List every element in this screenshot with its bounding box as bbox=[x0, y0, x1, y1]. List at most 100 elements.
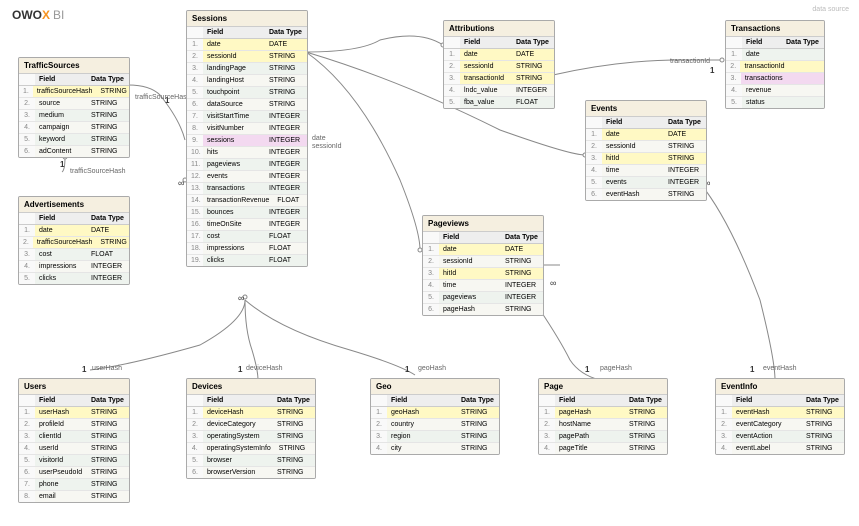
table-row[interactable]: 5.clicksINTEGER bbox=[19, 273, 129, 284]
table-attributions[interactable]: AttributionsFieldData Type1.dateDATE2.se… bbox=[443, 20, 555, 109]
table-row[interactable]: 3.transactions bbox=[726, 73, 824, 85]
table-row[interactable]: 8.visitNumberINTEGER bbox=[187, 123, 307, 135]
table-row[interactable]: 2.countrySTRING bbox=[371, 419, 499, 431]
table-row[interactable]: 4.operatingSystemInfoSTRING bbox=[187, 443, 315, 455]
table-row[interactable]: 4.timeINTEGER bbox=[423, 280, 543, 292]
table-devices[interactable]: DevicesFieldData Type1.deviceHashSTRING2… bbox=[186, 378, 316, 479]
table-row[interactable]: 4.pageTitleSTRING bbox=[539, 443, 667, 454]
table-row[interactable]: 4.eventLabelSTRING bbox=[716, 443, 844, 454]
table-row[interactable]: 1.dateDATE bbox=[423, 244, 543, 256]
table-row[interactable]: 10.hitsINTEGER bbox=[187, 147, 307, 159]
rel-label: transactionId bbox=[670, 58, 710, 65]
table-row[interactable]: 19.clicksFLOAT bbox=[187, 255, 307, 266]
table-row[interactable]: 6.pageHashSTRING bbox=[423, 304, 543, 315]
table-row[interactable]: 3.operatingSystemSTRING bbox=[187, 431, 315, 443]
table-header: FieldData Type bbox=[187, 27, 307, 39]
table-header: FieldData Type bbox=[19, 213, 129, 225]
table-row[interactable]: 4.userIdSTRING bbox=[19, 443, 129, 455]
table-geo[interactable]: GeoFieldData Type1.geoHashSTRING2.countr… bbox=[370, 378, 500, 455]
table-row[interactable]: 5.pageviewsINTEGER bbox=[423, 292, 543, 304]
table-pageviews[interactable]: PageviewsFieldData Type1.dateDATE2.sessi… bbox=[422, 215, 544, 316]
table-row[interactable]: 7.phoneSTRING bbox=[19, 479, 129, 491]
table-row[interactable]: 3.regionSTRING bbox=[371, 431, 499, 443]
table-row[interactable]: 5.fba_valueFLOAT bbox=[444, 97, 554, 108]
table-row[interactable]: 1.geoHashSTRING bbox=[371, 407, 499, 419]
table-row[interactable]: 3.hitIdSTRING bbox=[423, 268, 543, 280]
table-row[interactable]: 7.visitStartTimeINTEGER bbox=[187, 111, 307, 123]
table-row[interactable]: 2.profileIdSTRING bbox=[19, 419, 129, 431]
table-sessions[interactable]: SessionsFieldData Type1.dateDATE2.sessio… bbox=[186, 10, 308, 267]
table-users[interactable]: UsersFieldData Type1.userHashSTRING2.pro… bbox=[18, 378, 130, 503]
table-header: FieldData Type bbox=[423, 232, 543, 244]
rel-label: pageHash bbox=[600, 365, 632, 372]
table-row[interactable]: 3.mediumSTRING bbox=[19, 110, 129, 122]
table-row[interactable]: 1.userHashSTRING bbox=[19, 407, 129, 419]
card-inf: ∞ bbox=[178, 178, 184, 188]
table-row[interactable]: 4.lndc_valueINTEGER bbox=[444, 85, 554, 97]
table-row[interactable]: 2.sessionIdSTRING bbox=[444, 61, 554, 73]
table-row[interactable]: 3.costFLOAT bbox=[19, 249, 129, 261]
table-row[interactable]: 3.hitIdSTRING bbox=[586, 153, 706, 165]
table-row[interactable]: 18.impressionsFLOAT bbox=[187, 243, 307, 255]
table-row[interactable]: 1.deviceHashSTRING bbox=[187, 407, 315, 419]
table-row[interactable]: 4.landingHostSTRING bbox=[187, 75, 307, 87]
table-row[interactable]: 6.userPseudoIdSTRING bbox=[19, 467, 129, 479]
table-row[interactable]: 4.timeINTEGER bbox=[586, 165, 706, 177]
table-row[interactable]: 4.citySTRING bbox=[371, 443, 499, 454]
table-row[interactable]: 2.transactionId bbox=[726, 61, 824, 73]
table-row[interactable]: 6.adContentSTRING bbox=[19, 146, 129, 157]
table-row[interactable]: 5.touchpointSTRING bbox=[187, 87, 307, 99]
table-events[interactable]: EventsFieldData Type1.dateDATE2.sessionI… bbox=[585, 100, 707, 201]
table-page[interactable]: PageFieldData Type1.pageHashSTRING2.host… bbox=[538, 378, 668, 455]
table-row[interactable]: 5.browserSTRING bbox=[187, 455, 315, 467]
table-row[interactable]: 5.status bbox=[726, 97, 824, 108]
table-row[interactable]: 3.transactionIdSTRING bbox=[444, 73, 554, 85]
table-row[interactable]: 5.visitorIdSTRING bbox=[19, 455, 129, 467]
table-row[interactable]: 4.revenue bbox=[726, 85, 824, 97]
table-row[interactable]: 2.sessionIdSTRING bbox=[187, 51, 307, 63]
table-transactions[interactable]: TransactionsFieldData Type1.date2.transa… bbox=[725, 20, 825, 109]
table-row[interactable]: 14.transactionRevenueFLOAT bbox=[187, 195, 307, 207]
table-row[interactable]: 2.deviceCategorySTRING bbox=[187, 419, 315, 431]
table-row[interactable]: 3.clientIdSTRING bbox=[19, 431, 129, 443]
table-trafficSources[interactable]: TrafficSourcesFieldData Type1.trafficSou… bbox=[18, 57, 130, 158]
table-row[interactable]: 9.sessionsINTEGER bbox=[187, 135, 307, 147]
table-advertisements[interactable]: AdvertisementsFieldData Type1.dateDATE2.… bbox=[18, 196, 130, 285]
table-row[interactable]: 4.campaignSTRING bbox=[19, 122, 129, 134]
table-row[interactable]: 1.dateDATE bbox=[586, 129, 706, 141]
table-row[interactable]: 2.hostNameSTRING bbox=[539, 419, 667, 431]
table-row[interactable]: 2.eventCategorySTRING bbox=[716, 419, 844, 431]
table-row[interactable]: 1.dateDATE bbox=[187, 39, 307, 51]
table-row[interactable]: 1.pageHashSTRING bbox=[539, 407, 667, 419]
table-row[interactable]: 1.trafficSourceHashSTRING bbox=[19, 86, 129, 98]
table-row[interactable]: 11.pageviewsINTEGER bbox=[187, 159, 307, 171]
table-row[interactable]: 8.emailSTRING bbox=[19, 491, 129, 502]
table-row[interactable]: 6.dataSourceSTRING bbox=[187, 99, 307, 111]
table-row[interactable]: 5.eventsINTEGER bbox=[586, 177, 706, 189]
rel-label: eventHash bbox=[763, 365, 796, 372]
table-row[interactable]: 2.sourceSTRING bbox=[19, 98, 129, 110]
table-row[interactable]: 12.eventsINTEGER bbox=[187, 171, 307, 183]
table-row[interactable]: 1.eventHashSTRING bbox=[716, 407, 844, 419]
table-row[interactable]: 1.date bbox=[726, 49, 824, 61]
table-row[interactable]: 3.eventActionSTRING bbox=[716, 431, 844, 443]
table-row[interactable]: 3.landingPageSTRING bbox=[187, 63, 307, 75]
table-row[interactable]: 4.impressionsINTEGER bbox=[19, 261, 129, 273]
table-title: Attributions bbox=[444, 21, 554, 37]
table-row[interactable]: 1.dateDATE bbox=[19, 225, 129, 237]
logo: OWOXBI bbox=[12, 8, 64, 22]
table-row[interactable]: 2.sessionIdSTRING bbox=[423, 256, 543, 268]
table-row[interactable]: 2.trafficSourceHashSTRING bbox=[19, 237, 129, 249]
table-row[interactable]: 6.browserVersionSTRING bbox=[187, 467, 315, 478]
table-eventInfo[interactable]: EventInfoFieldData Type1.eventHashSTRING… bbox=[715, 378, 845, 455]
table-row[interactable]: 17.costFLOAT bbox=[187, 231, 307, 243]
card-one: 1 bbox=[710, 66, 714, 75]
table-row[interactable]: 15.bouncesINTEGER bbox=[187, 207, 307, 219]
table-row[interactable]: 2.sessionIdSTRING bbox=[586, 141, 706, 153]
table-row[interactable]: 5.keywordSTRING bbox=[19, 134, 129, 146]
table-row[interactable]: 3.pagePathSTRING bbox=[539, 431, 667, 443]
table-row[interactable]: 1.dateDATE bbox=[444, 49, 554, 61]
table-row[interactable]: 6.eventHashSTRING bbox=[586, 189, 706, 200]
table-row[interactable]: 13.transactionsINTEGER bbox=[187, 183, 307, 195]
table-row[interactable]: 16.timeOnSiteINTEGER bbox=[187, 219, 307, 231]
